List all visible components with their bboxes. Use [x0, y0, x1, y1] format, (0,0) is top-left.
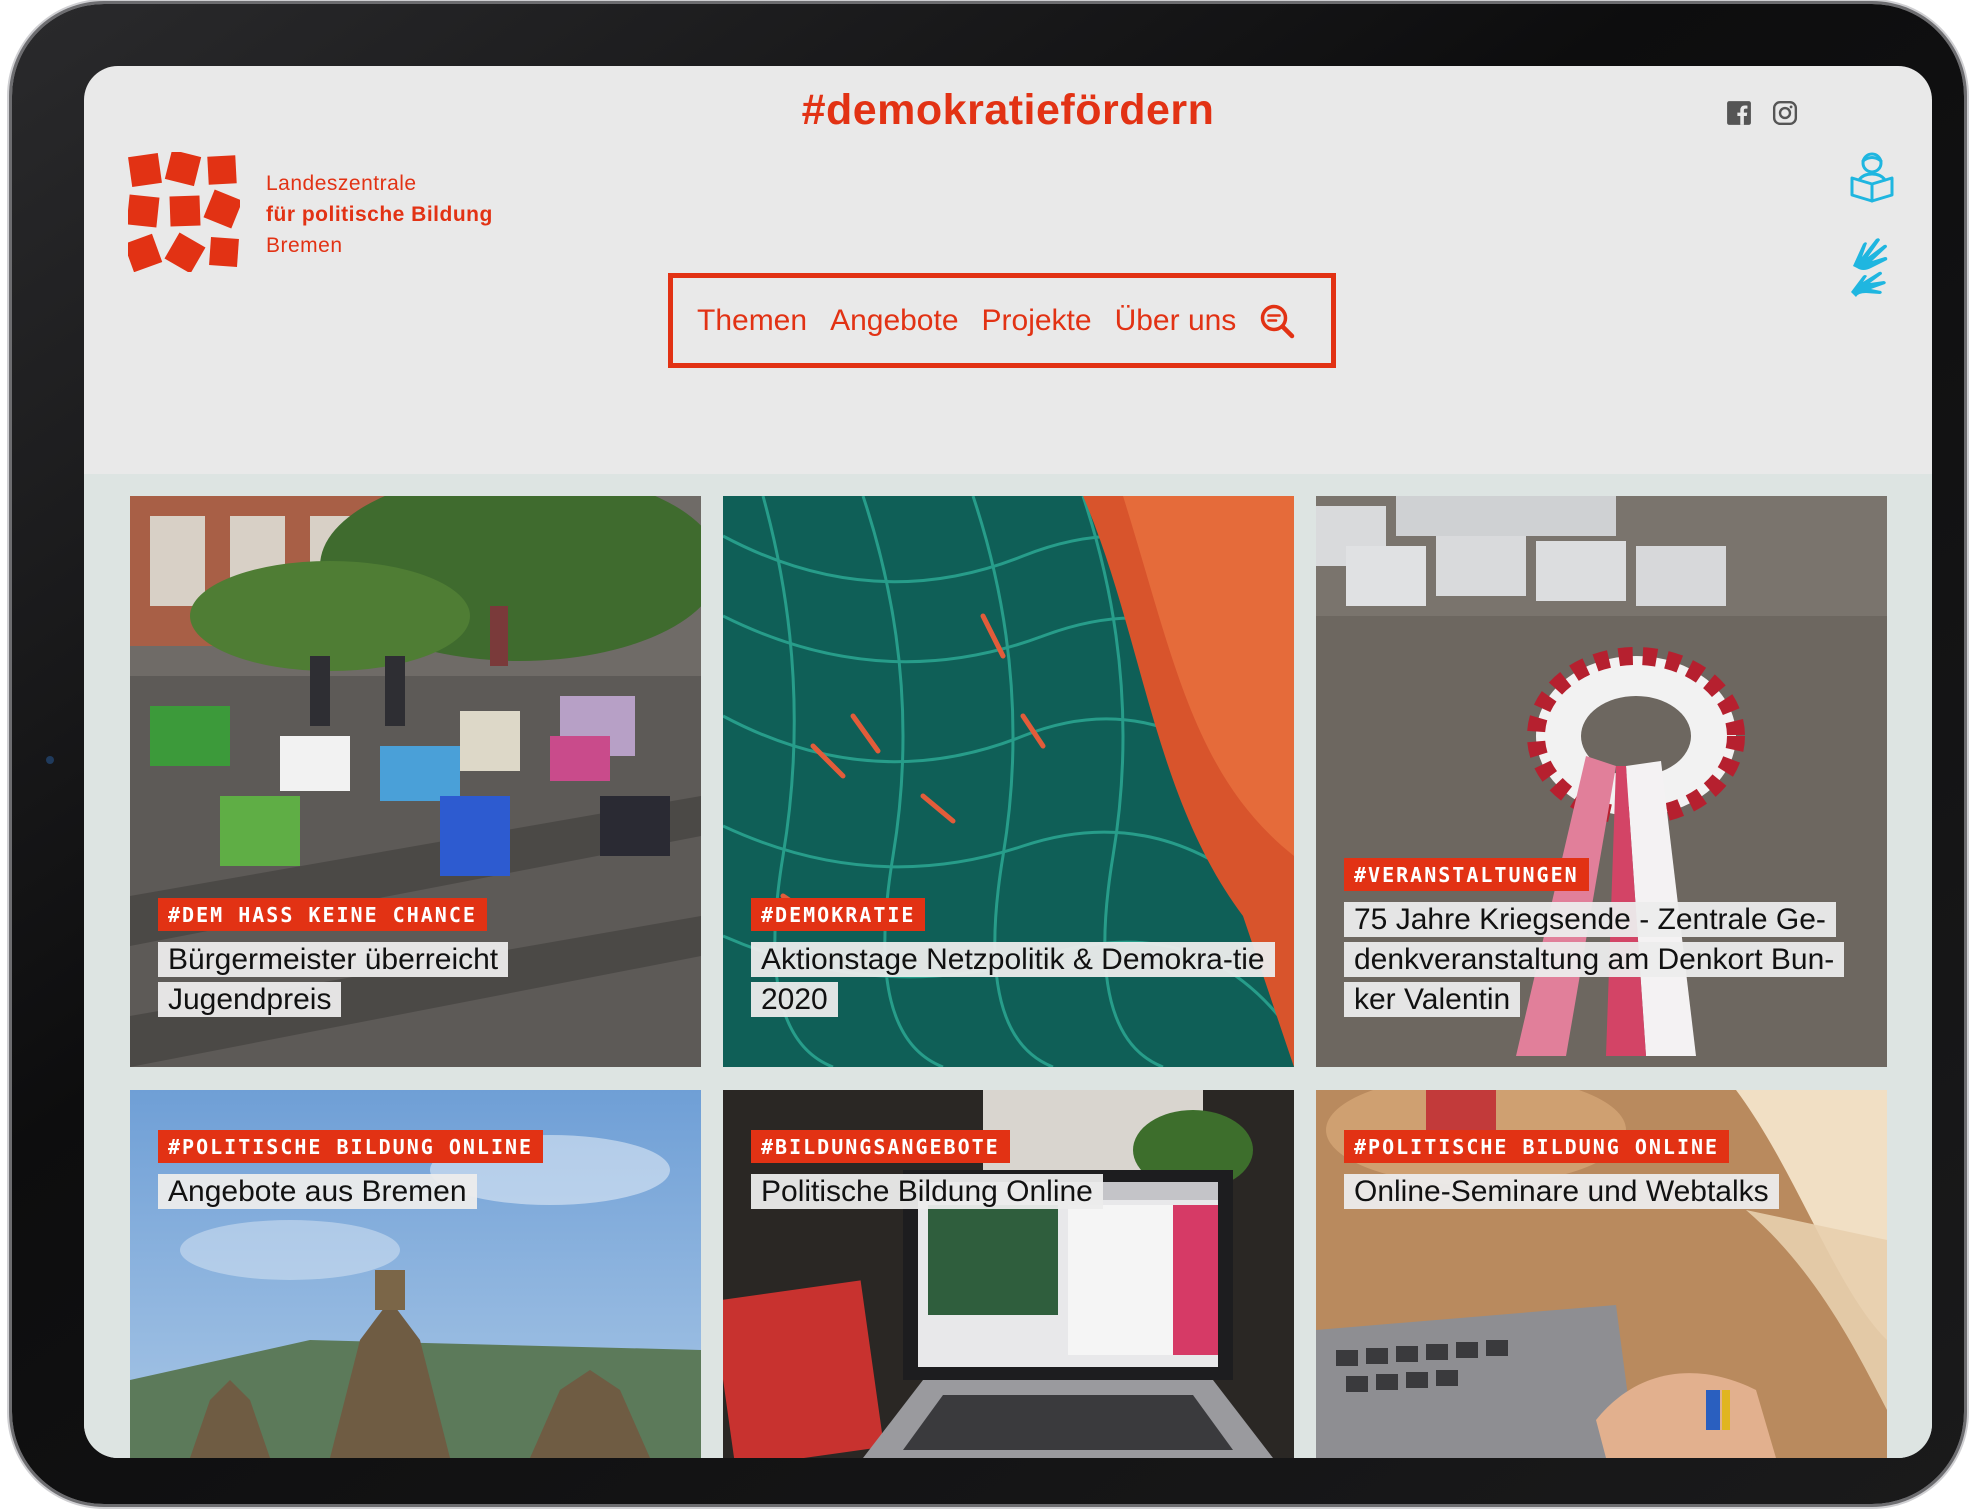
card-tag: #DEMOKRATIE	[751, 898, 926, 931]
sign-language-hands-icon[interactable]	[1847, 226, 1897, 302]
teaser-card[interactable]: #POLITISCHE BILDUNG ONLINE Angebote aus …	[130, 1090, 701, 1458]
easy-language-reader-icon[interactable]	[1847, 150, 1897, 204]
card-tag: #VERANSTALTUNGEN	[1344, 858, 1589, 891]
brand-text[interactable]: Landeszentrale für politische Bildung Br…	[266, 168, 493, 261]
nav-item-themen[interactable]: Themen	[697, 304, 807, 338]
card-title: Online-Seminare und Webtalks	[1344, 1172, 1779, 1212]
nav-item-angebote[interactable]: Angebote	[830, 304, 958, 338]
tablet-frame: #demokratiefördern Landeszentrale für po…	[12, 4, 1964, 1504]
nav-item-projekte[interactable]: Projekte	[982, 304, 1092, 338]
teaser-grid: #DEM HASS KEINE CHANCE Bürgermeister übe…	[84, 474, 1932, 1458]
teaser-card[interactable]: #DEMOKRATIE Aktionstage Netzpolitik & De…	[723, 496, 1294, 1067]
brand-line-1: Landeszentrale	[266, 172, 417, 195]
instagram-icon[interactable]	[1772, 100, 1798, 126]
main-navigation: Themen Angebote Projekte Über uns	[668, 273, 1336, 368]
card-title: Angebote aus Bremen	[158, 1172, 477, 1212]
teaser-card[interactable]: #POLITISCHE BILDUNG ONLINE Online-Semina…	[1316, 1090, 1887, 1458]
card-tag: #POLITISCHE BILDUNG ONLINE	[158, 1130, 544, 1163]
card-title: Bürgermeister überreicht Jugendpreis	[158, 940, 678, 1020]
search-icon[interactable]	[1259, 303, 1295, 339]
lzpb-logo[interactable]	[128, 152, 240, 272]
nav-item-ueber-uns[interactable]: Über uns	[1115, 304, 1237, 338]
card-tag: #BILDUNGSANGEBOTE	[751, 1130, 1010, 1163]
card-title: Aktionstage Netzpolitik & Demokra-tie 20…	[751, 940, 1275, 1020]
card-title: Politische Bildung Online	[751, 1172, 1103, 1212]
teaser-card[interactable]: #BILDUNGSANGEBOTE Politische Bildung Onl…	[723, 1090, 1294, 1458]
teaser-card[interactable]: #VERANSTALTUNGEN 75 Jahre Kriegsende - Z…	[1316, 496, 1887, 1067]
facebook-icon[interactable]	[1726, 100, 1752, 126]
front-camera	[46, 756, 54, 764]
card-tag: #DEM HASS KEINE CHANCE	[158, 898, 487, 931]
card-tag: #POLITISCHE BILDUNG ONLINE	[1344, 1130, 1730, 1163]
browser-screen: #demokratiefördern Landeszentrale für po…	[84, 66, 1932, 1458]
hashtag-headline: #demokratiefördern	[801, 86, 1215, 134]
teaser-card[interactable]: #DEM HASS KEINE CHANCE Bürgermeister übe…	[130, 496, 701, 1067]
brand-line-3: Bremen	[266, 234, 343, 257]
brand-line-2: für politische Bildung	[266, 203, 493, 226]
card-title: 75 Jahre Kriegsende - Zentrale Ge-denkve…	[1344, 900, 1864, 1020]
